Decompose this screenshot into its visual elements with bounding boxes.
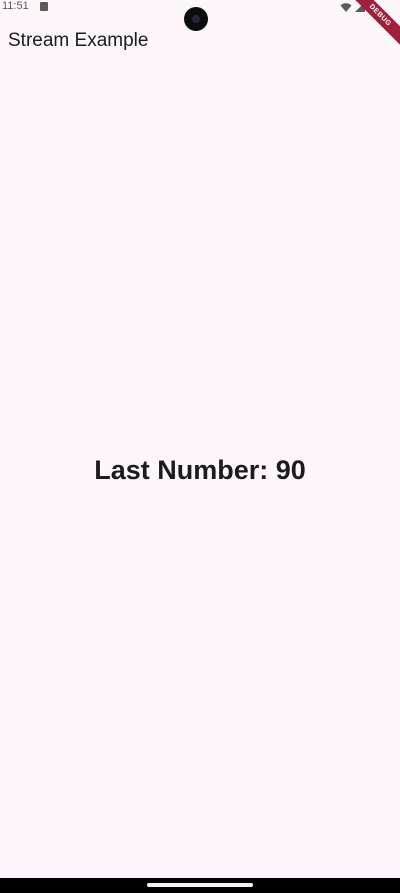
sim-card-icon	[40, 2, 48, 11]
navigation-bar	[0, 878, 400, 893]
camera-lens	[192, 15, 200, 23]
main-content: Last Number: 90	[0, 455, 400, 486]
app-bar: Stream Example	[0, 28, 400, 58]
app-screen: 11:51 DEBUG Stream Example Last Number: …	[0, 0, 400, 893]
last-number-text: Last Number: 90	[94, 455, 306, 485]
app-bar-title: Stream Example	[8, 30, 149, 51]
status-time: 11:51	[2, 0, 29, 12]
wifi-icon	[340, 3, 352, 12]
home-indicator[interactable]	[147, 883, 253, 887]
